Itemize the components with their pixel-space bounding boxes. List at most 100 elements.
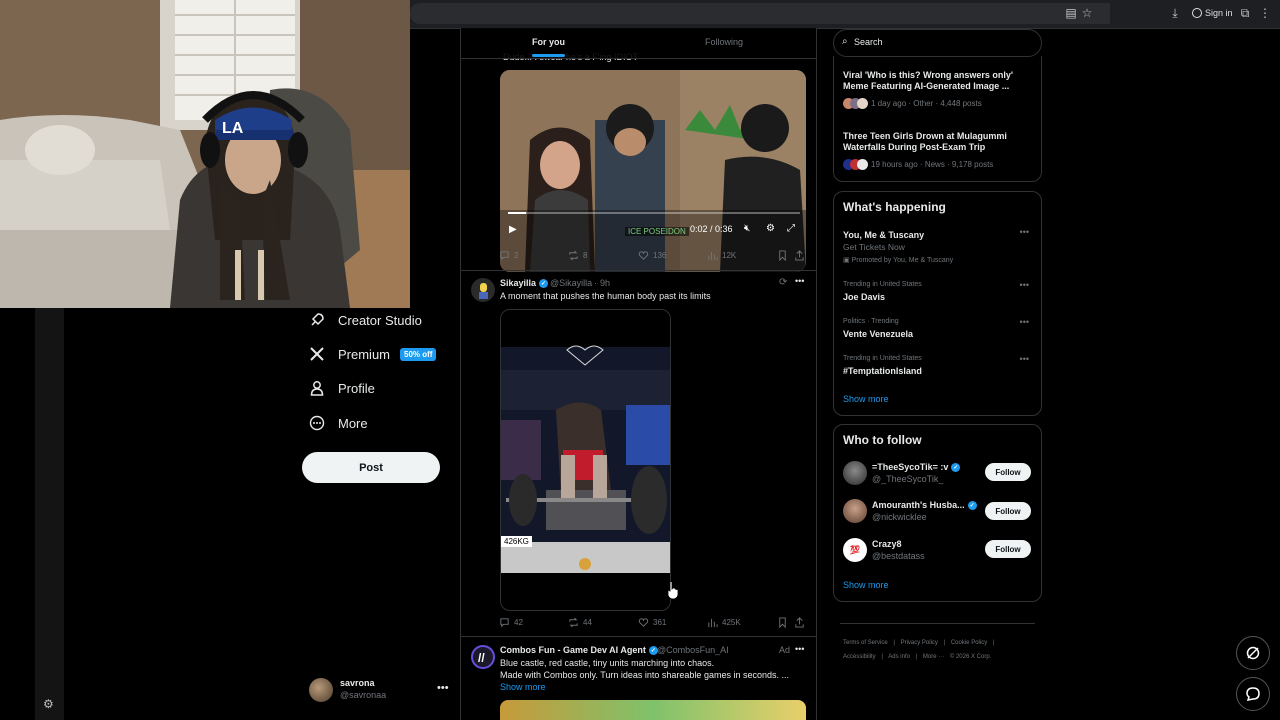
views-button[interactable]: 425K <box>707 617 741 628</box>
show-more-link[interactable]: Show more <box>843 580 889 590</box>
share-icon[interactable] <box>794 250 805 261</box>
svg-text://: // <box>478 651 485 665</box>
sidebar-item-more[interactable]: More <box>308 414 368 432</box>
more-dots-icon[interactable]: ••• <box>1020 317 1029 327</box>
like-button[interactable]: 136 <box>638 250 666 261</box>
avatar[interactable] <box>843 461 867 485</box>
sidebar-item-label: Premium <box>338 346 391 362</box>
follow-button[interactable]: Follow <box>985 540 1031 558</box>
account-handle: @savronaa <box>340 690 387 700</box>
show-more-link[interactable]: Show more <box>843 394 889 404</box>
trend-title[interactable]: Joe Davis <box>843 292 885 303</box>
account-switcher[interactable]: savrona @savronaa ••• <box>309 676 454 706</box>
author-handle[interactable]: @Sikayilla <box>550 278 592 288</box>
account-name: savrona <box>340 678 375 688</box>
chat-bubble-icon <box>1246 687 1260 701</box>
user-name[interactable]: Crazy8 <box>872 539 902 549</box>
messages-floating-button[interactable] <box>1236 677 1270 711</box>
more-link[interactable]: More ··· <box>923 654 944 660</box>
sidebar-item-premium[interactable]: Premium 50% off <box>308 345 437 363</box>
repost-button[interactable]: 44 <box>568 617 592 628</box>
search-icon: ⌕ <box>842 36 848 47</box>
tweet-time[interactable]: 9h <box>600 278 610 288</box>
mute-icon[interactable]: 🔇︎ <box>744 223 750 234</box>
more-dots-icon[interactable]: ••• <box>437 682 449 694</box>
news-title[interactable]: Viral 'Who is this? Wrong answers only' … <box>843 70 1023 92</box>
trend-context: Trending in United States <box>843 355 922 362</box>
hundred-emoji-avatar[interactable]: 💯︎ <box>843 538 867 562</box>
fullscreen-icon[interactable]: ⤢ <box>787 223 795 234</box>
browser-menu-icon[interactable]: ⋮ <box>1258 6 1272 20</box>
webcam-overlay: LA <box>0 0 410 308</box>
accessibility-link[interactable]: Accessibility <box>843 654 876 660</box>
like-button[interactable]: 361 <box>638 617 666 628</box>
more-dots-icon[interactable]: ••• <box>1020 280 1029 290</box>
repost-button[interactable]: 8 <box>568 250 587 261</box>
footer-links: Terms of Service | Privacy Policy | Cook… <box>843 636 1043 664</box>
reply-button[interactable]: 42 <box>499 617 523 628</box>
news-avatars <box>843 159 869 171</box>
user-name[interactable]: =TheeSycoTik= :v ✓ <box>872 462 961 472</box>
sidebar-item-profile[interactable]: Profile <box>308 379 375 397</box>
gear-icon[interactable]: ⚙ <box>43 697 54 711</box>
play-icon[interactable]: ▶ <box>509 224 517 235</box>
tweet-author[interactable]: Sikayilla ✓ <box>500 278 549 288</box>
avatar[interactable] <box>843 499 867 523</box>
tab-following[interactable]: Following <box>705 37 743 47</box>
views-icon <box>708 251 718 261</box>
trend-title[interactable]: You, Me & Tuscany <box>843 230 924 241</box>
share-icon[interactable] <box>794 617 805 628</box>
bookmark-icon[interactable] <box>777 617 788 628</box>
terms-link[interactable]: Terms of Service <box>843 640 888 646</box>
avatar[interactable]: // <box>471 645 495 669</box>
more-dots-icon[interactable]: ••• <box>795 644 804 654</box>
post-button[interactable]: Post <box>302 452 440 483</box>
avatar[interactable] <box>471 278 495 302</box>
avatar <box>309 678 333 702</box>
news-title[interactable]: Three Teen Girls Drown at Mulagummi Wate… <box>843 131 1028 153</box>
trend-title[interactable]: #TemptationIsland <box>843 366 922 377</box>
weight-label: 426KG <box>501 536 532 547</box>
views-icon <box>708 618 718 628</box>
news-meta: 19 hours ago · News · 9,178 posts <box>871 160 994 169</box>
views-button[interactable]: 12K <box>707 250 736 261</box>
grok-icon[interactable]: ⟳ <box>779 277 787 288</box>
extensions-icon[interactable]: ⧉ <box>1238 6 1252 20</box>
more-dots-icon[interactable]: ••• <box>1020 354 1029 364</box>
cookie-link[interactable]: Cookie Policy <box>951 640 987 646</box>
more-dots-icon[interactable]: ••• <box>1020 227 1029 237</box>
bookmark-icon[interactable] <box>777 250 788 261</box>
settings-gear-icon[interactable]: ⚙ <box>766 223 775 234</box>
tweet-media[interactable]: 426KG <box>500 309 671 611</box>
reader-icon[interactable]: ▤ <box>1064 6 1078 20</box>
author-handle[interactable]: @CombosFun_AI <box>657 645 729 655</box>
show-more-link[interactable]: Show more <box>500 681 546 693</box>
tweet-author[interactable]: Combos Fun - Game Dev AI Agent ✓ <box>500 645 658 655</box>
tab-for-you[interactable]: For you <box>532 37 565 57</box>
trend-title[interactable]: Vente Venezuela <box>843 329 913 340</box>
follow-button[interactable]: Follow <box>985 463 1031 481</box>
views-count: 12K <box>722 251 737 260</box>
deadlift-video-frame <box>501 310 670 610</box>
user-name[interactable]: Amouranth's Husba... ✓ <box>872 500 977 510</box>
video-timestamp: 0:02 / 0:36 <box>690 224 733 234</box>
mouse-cursor-icon <box>666 580 680 605</box>
divider <box>461 270 816 271</box>
ad-media-preview[interactable] <box>500 700 806 720</box>
privacy-link[interactable]: Privacy Policy <box>901 640 938 646</box>
address-bar[interactable] <box>410 3 1110 24</box>
search-input[interactable]: ⌕ Search <box>833 29 1042 57</box>
download-icon[interactable]: ⤓ <box>1168 6 1182 20</box>
sidebar-item-creator-studio[interactable]: Creator Studio <box>308 311 422 329</box>
bookmark-star-icon[interactable]: ☆ <box>1080 6 1094 20</box>
video-player[interactable]: ▶ ICE POSEIDON 0:02 / 0:36 🔇︎ ⚙ ⤢ <box>500 70 806 272</box>
follow-button[interactable]: Follow <box>985 502 1031 520</box>
ads-info-link[interactable]: Ads info <box>888 654 910 660</box>
grok-floating-button[interactable] <box>1236 636 1270 670</box>
sidebar-item-label: Creator Studio <box>338 312 422 328</box>
more-dots-icon[interactable]: ••• <box>795 276 804 286</box>
whats-happening-box: What's happening You, Me & Tuscany Get T… <box>833 191 1042 416</box>
reply-button[interactable]: 2 <box>499 250 518 261</box>
browser-signin-button[interactable]: Sign in <box>1192 5 1233 21</box>
user-handle: @_TheeSycoTik_ <box>872 474 944 484</box>
